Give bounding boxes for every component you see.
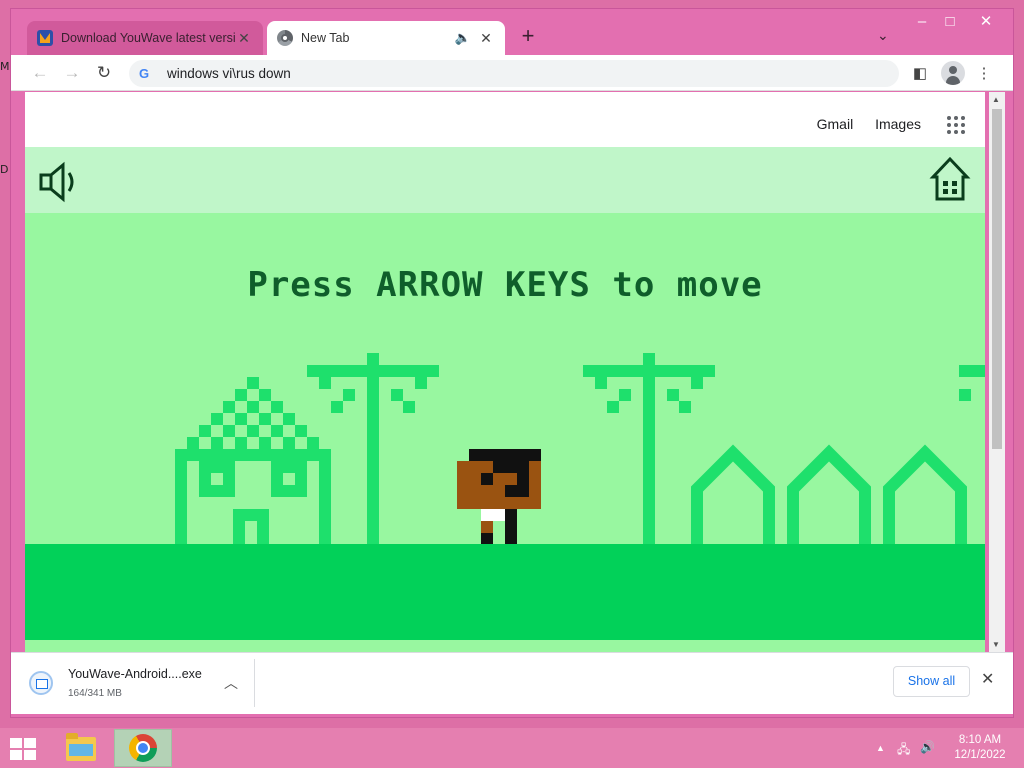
profile-avatar[interactable] (941, 61, 965, 85)
tab-title: New Tab (301, 31, 350, 45)
minimize-button[interactable]: – (907, 13, 937, 33)
tray-chevron-icon[interactable]: ▲ (876, 743, 885, 753)
close-icon[interactable]: ✕ (477, 30, 495, 47)
download-bar: YouWave-Android....exe 164/341 MB ︿ Show… (11, 652, 1013, 714)
dino-game-canvas[interactable]: Press ARROW KEYS to move (25, 147, 985, 652)
address-text: windows vi\rus down (167, 66, 291, 81)
page-content: Gmail Images Press ARROW KEYS to move (25, 92, 985, 652)
network-icon[interactable]: 🖧 (897, 740, 910, 761)
apps-grid-icon[interactable] (947, 116, 965, 134)
chevron-up-icon[interactable]: ︿ (224, 673, 238, 693)
chrome-taskbar-button[interactable] (114, 729, 172, 767)
google-icon: G (139, 66, 150, 81)
tab-new-tab[interactable]: New Tab 🔈 ✕ (267, 21, 505, 55)
back-button[interactable]: ← (29, 63, 51, 85)
forward-button[interactable]: → (61, 63, 83, 85)
close-icon[interactable]: ✕ (235, 30, 253, 47)
system-clock[interactable]: 8:10 AM 12/1/2022 (944, 733, 1016, 763)
chrome-icon (129, 734, 157, 762)
gmail-link[interactable]: Gmail (817, 116, 854, 132)
taskbar: ▲ 🖧 🔊 8:10 AM 12/1/2022 (0, 728, 1024, 768)
clock-time: 8:10 AM (958, 734, 1002, 746)
new-tab-button[interactable]: + (516, 25, 540, 49)
reload-button[interactable]: ↻ (93, 63, 115, 85)
show-all-button[interactable]: Show all (893, 666, 970, 697)
tab-strip: Download YouWave latest version ✕ New Ta… (11, 9, 1013, 55)
download-item[interactable]: YouWave-Android....exe 164/341 MB ︿ (19, 659, 255, 707)
images-link[interactable]: Images (875, 116, 921, 132)
chevron-down-icon[interactable]: ⌄ (877, 27, 889, 44)
address-bar[interactable]: G windows vi\rus down (129, 60, 899, 87)
player-character (457, 449, 541, 544)
tab-youwave[interactable]: Download YouWave latest version ✕ (27, 21, 263, 55)
side-panel-icon[interactable]: ◧ (909, 63, 931, 85)
pixel-fences (691, 444, 967, 544)
close-window-button[interactable]: ✕ (971, 13, 1001, 33)
browser-window: Download YouWave latest version ✕ New Ta… (10, 8, 1014, 718)
speaker-icon[interactable]: 🔈 (455, 30, 471, 46)
menu-dots-icon[interactable]: ⋮ (973, 63, 995, 85)
volume-icon[interactable]: 🔊 (920, 740, 935, 754)
scroll-up-arrow[interactable]: ▲ (992, 95, 1000, 104)
maximize-button[interactable]: □ (935, 13, 965, 33)
clock-date: 12/1/2022 (954, 749, 1006, 761)
youwave-icon (37, 30, 53, 46)
desktop-edge-text: M (0, 60, 10, 73)
game-scene (39, 156, 985, 544)
google-top-links: Gmail Images (799, 116, 921, 132)
close-icon[interactable]: ✕ (981, 669, 994, 689)
file-explorer-icon[interactable] (60, 732, 104, 766)
desktop-edge-text: D (0, 163, 9, 176)
pixel-house (175, 377, 331, 544)
windows-start-icon[interactable] (10, 738, 38, 762)
chrome-icon (277, 30, 293, 46)
file-icon (29, 671, 53, 695)
download-progress: 164/341 MB (68, 688, 122, 699)
browser-toolbar: ← → ↻ G windows vi\rus down ◧ ⋮ (11, 55, 1013, 91)
download-filename: YouWave-Android....exe (68, 667, 202, 681)
scroll-down-arrow[interactable]: ▼ (992, 640, 1000, 649)
sound-icon (39, 161, 74, 203)
home-icon (929, 156, 971, 201)
tab-title: Download YouWave latest version (61, 31, 235, 45)
scrollbar-thumb[interactable] (992, 109, 1002, 449)
vertical-scrollbar[interactable]: ▲ ▼ (989, 92, 1005, 652)
